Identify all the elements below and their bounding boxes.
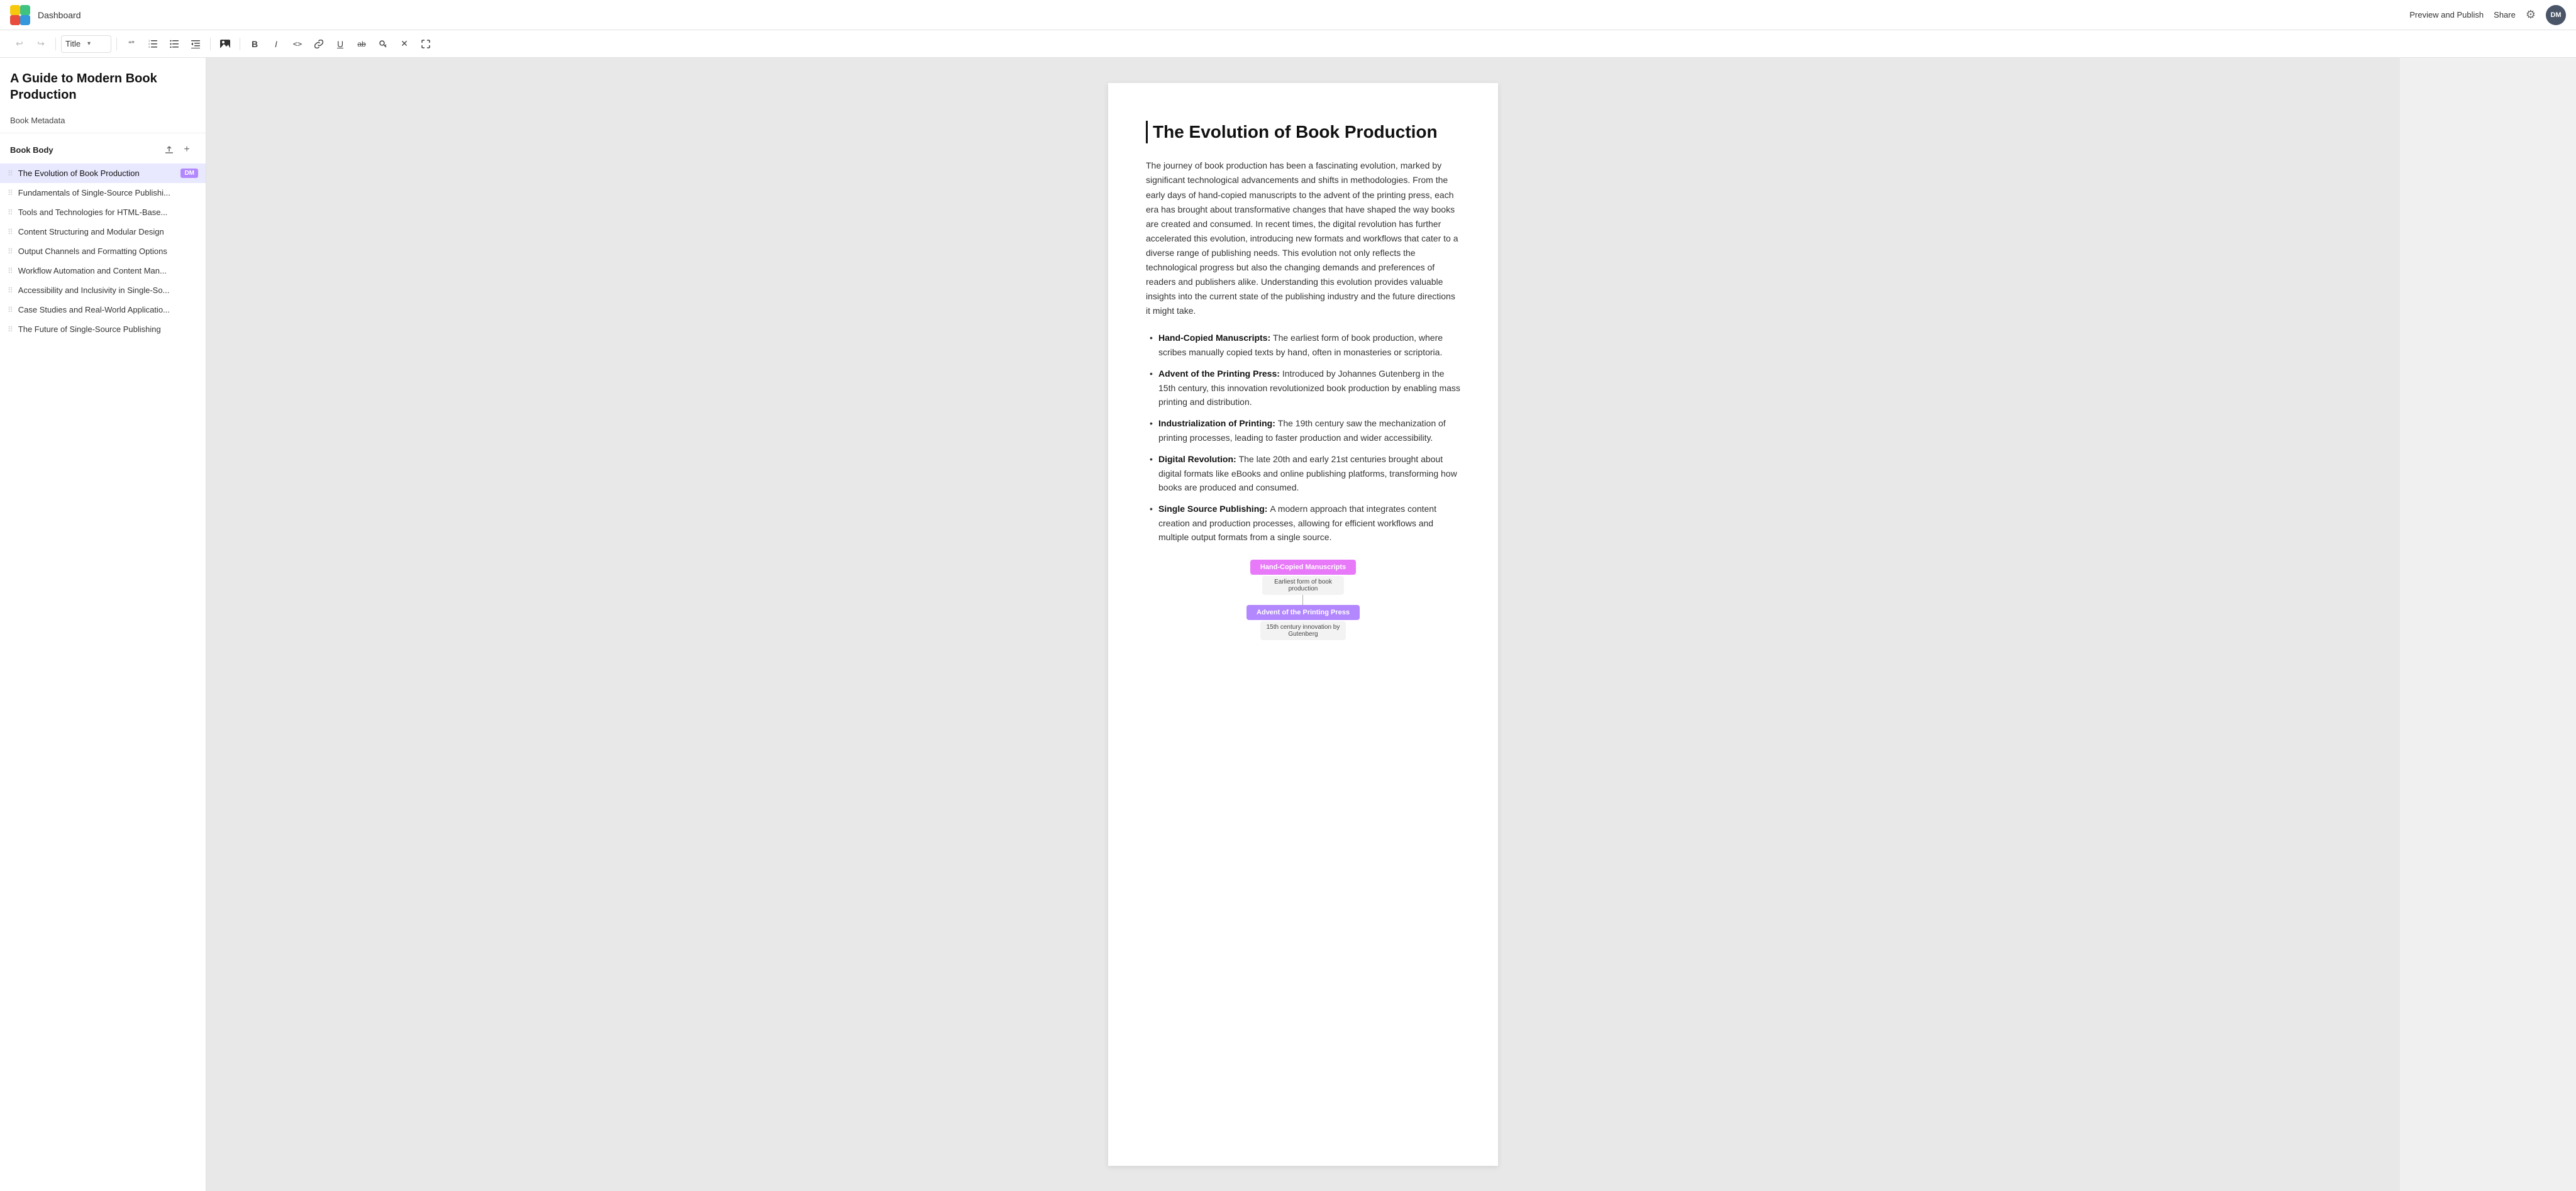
drag-handle[interactable]: ⠿	[8, 169, 13, 178]
chapter-item-1[interactable]: ⠿ Fundamentals of Single-Source Publishi.…	[0, 183, 206, 202]
diagram-sub-2: 15th century innovation byGutenberg	[1260, 621, 1346, 640]
fullscreen-button[interactable]	[416, 35, 435, 53]
right-panel	[2400, 58, 2576, 1191]
metadata-link[interactable]: Book Metadata	[0, 111, 206, 130]
italic-button[interactable]: I	[267, 35, 286, 53]
toolbar-divider-2	[116, 38, 117, 50]
chapter-label: Workflow Automation and Content Man...	[18, 266, 198, 275]
chapter-label: The Evolution of Book Production	[18, 169, 176, 178]
dm-badge: DM	[180, 169, 198, 178]
drag-handle[interactable]: ⠿	[8, 208, 13, 217]
diagram-connector-1	[1302, 595, 1303, 605]
chapter-item-7[interactable]: ⠿ Case Studies and Real-World Applicatio.…	[0, 300, 206, 319]
chapters-list: ⠿ The Evolution of Book Production DM ⠿ Fund…	[0, 163, 206, 339]
sidebar: A Guide to Modern Book Production Book M…	[0, 58, 206, 1191]
list-item-2: Industrialization of Printing: The 19th …	[1146, 416, 1460, 445]
chapter-label: Accessibility and Inclusivity in Single-…	[18, 285, 198, 295]
chapter-item-8[interactable]: ⠿ The Future of Single-Source Publishing	[0, 319, 206, 339]
underline-button[interactable]: U	[331, 35, 350, 53]
chapter-label: Output Channels and Formatting Options	[18, 247, 198, 256]
chapter-label: Content Structuring and Modular Design	[18, 227, 198, 236]
upload-icon-button[interactable]	[160, 141, 178, 158]
drag-handle[interactable]: ⠿	[8, 286, 13, 295]
chevron-down-icon: ▾	[87, 40, 107, 47]
list-item-3: Digital Revolution: The late 20th and ea…	[1146, 452, 1460, 494]
chapter-item-0[interactable]: ⠿ The Evolution of Book Production DM	[0, 163, 206, 183]
chapter-item-4[interactable]: ⠿ Output Channels and Formatting Options	[0, 241, 206, 261]
list-item-0: Hand-Copied Manuscripts: The earliest fo…	[1146, 331, 1460, 359]
blockquote-button[interactable]: “”	[122, 35, 141, 53]
diagram-sub-1: Earliest form of bookproduction	[1262, 576, 1344, 595]
intro-paragraph[interactable]: The journey of book production has been …	[1146, 158, 1460, 318]
svg-text:3: 3	[148, 45, 150, 48]
magic-button[interactable]: ✕	[395, 35, 414, 53]
diagram-node-2: Advent of the Printing Press	[1246, 605, 1360, 620]
chapter-item-3[interactable]: ⠿ Content Structuring and Modular Design	[0, 222, 206, 241]
diagram-area: Hand-Copied Manuscripts Earliest form of…	[1146, 560, 1460, 640]
chapter-label: Case Studies and Real-World Applicatio..…	[18, 305, 198, 314]
list-item-1: Advent of the Printing Press: Introduced…	[1146, 367, 1460, 409]
app-logo[interactable]	[10, 5, 30, 25]
drag-handle[interactable]: ⠿	[8, 189, 13, 197]
main-area: A Guide to Modern Book Production Book M…	[0, 58, 2576, 1191]
drag-handle[interactable]: ⠿	[8, 306, 13, 314]
preview-publish-button[interactable]: Preview and Publish	[2409, 10, 2484, 19]
chapter-label: Tools and Technologies for HTML-Base...	[18, 208, 198, 217]
share-button[interactable]: Share	[2494, 10, 2516, 19]
code-button[interactable]: <>	[288, 35, 307, 53]
add-chapter-button[interactable]: +	[178, 141, 196, 158]
redo-button[interactable]: ↪	[31, 35, 50, 53]
drag-handle[interactable]: ⠿	[8, 267, 13, 275]
avatar[interactable]: DM	[2546, 5, 2566, 25]
toolbar-divider-3	[210, 38, 211, 50]
list-item-4: Single Source Publishing: A modern appro…	[1146, 502, 1460, 544]
diagram-node-1: Hand-Copied Manuscripts	[1250, 560, 1356, 575]
chapter-label: Fundamentals of Single-Source Publishi..…	[18, 188, 198, 197]
drag-handle[interactable]: ⠿	[8, 325, 13, 334]
strikethrough-button[interactable]: ab	[352, 35, 371, 53]
chapter-item-6[interactable]: ⠿ Accessibility and Inclusivity in Single…	[0, 280, 206, 300]
bold-button[interactable]: B	[245, 35, 264, 53]
search-replace-button[interactable]	[374, 35, 392, 53]
dashboard-link[interactable]: Dashboard	[38, 10, 81, 20]
doc-area: The Evolution of Book Production The jou…	[206, 58, 2400, 1191]
toolbar-divider-1	[55, 38, 56, 50]
chapter-item-5[interactable]: ⠿ Workflow Automation and Content Man...	[0, 261, 206, 280]
chapter-item-2[interactable]: ⠿ Tools and Technologies for HTML-Base...	[0, 202, 206, 222]
top-nav: Dashboard Preview and Publish Share ⚙ DM	[0, 0, 2576, 30]
chapter-title: The Evolution of Book Production	[1146, 121, 1460, 143]
link-button[interactable]	[309, 35, 328, 53]
right-actions: Preview and Publish Share ⚙ DM	[2409, 5, 2566, 25]
settings-icon[interactable]: ⚙	[2526, 8, 2536, 21]
outdent-button[interactable]	[186, 35, 205, 53]
chapter-label: The Future of Single-Source Publishing	[18, 324, 198, 334]
doc-page: The Evolution of Book Production The jou…	[1108, 83, 1498, 1166]
book-title: A Guide to Modern Book Production	[0, 58, 206, 111]
drag-handle[interactable]: ⠿	[8, 247, 13, 256]
section-title: Book Body	[10, 145, 160, 155]
image-button[interactable]	[216, 35, 235, 53]
drag-handle[interactable]: ⠿	[8, 228, 13, 236]
toolbar: ↩ ↪ Title ▾ “” 123 B I <> U ab ✕	[0, 30, 2576, 58]
evolution-diagram: Hand-Copied Manuscripts Earliest form of…	[1246, 560, 1360, 640]
unordered-list-button[interactable]	[165, 35, 184, 53]
undo-button[interactable]: ↩	[10, 35, 29, 53]
book-body-section: Book Body +	[0, 133, 206, 163]
style-select[interactable]: Title ▾	[61, 35, 111, 53]
key-points-list: Hand-Copied Manuscripts: The earliest fo…	[1146, 331, 1460, 544]
ordered-list-button[interactable]: 123	[143, 35, 162, 53]
